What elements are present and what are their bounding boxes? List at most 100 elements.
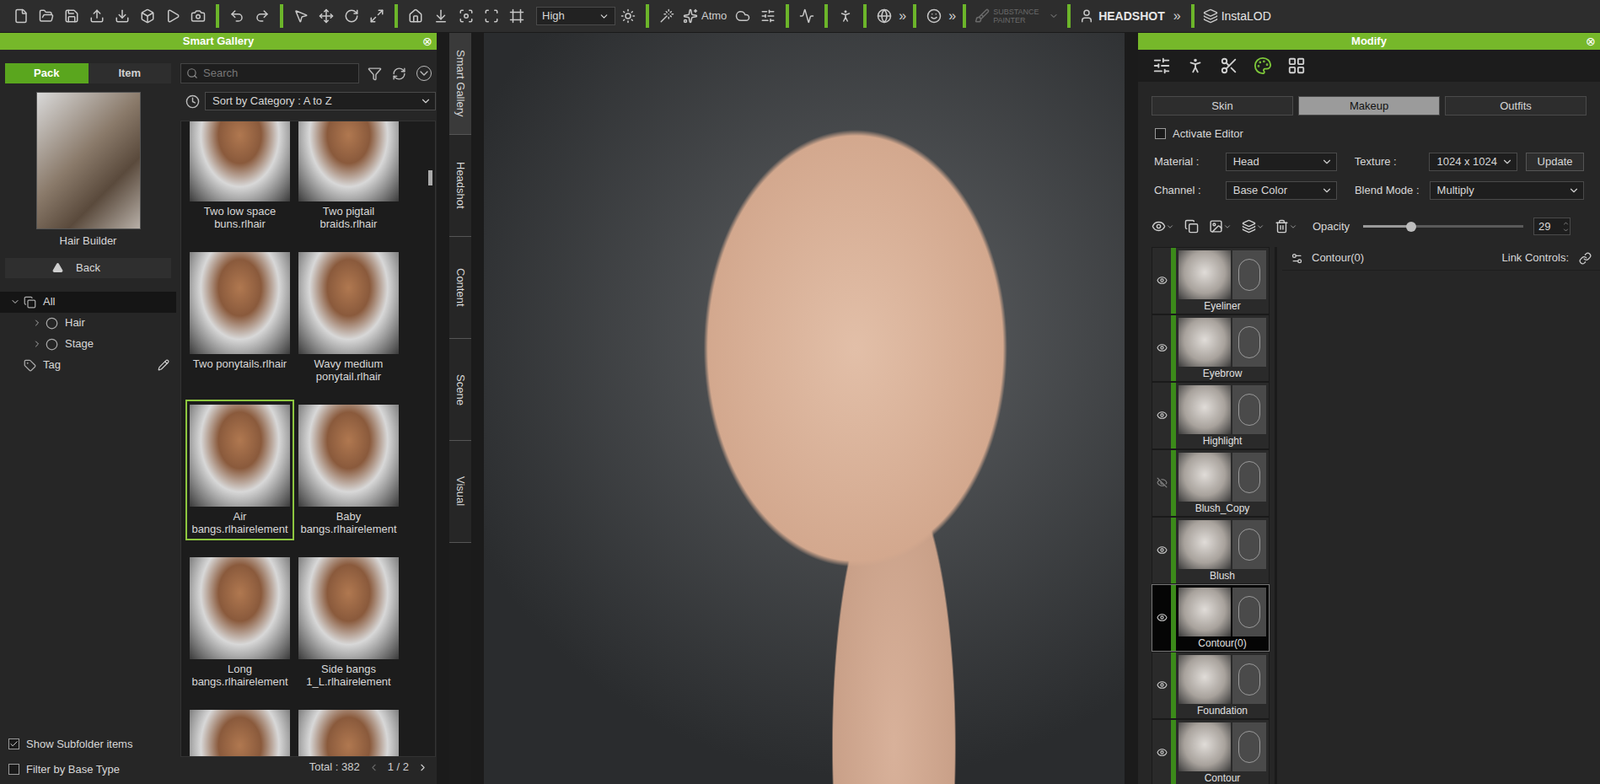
- settings-button[interactable]: [755, 3, 781, 29]
- screenshot-button[interactable]: [185, 3, 211, 29]
- layer-tool-button[interactable]: [1151, 219, 1175, 234]
- new-button[interactable]: [8, 3, 34, 29]
- gallery-item[interactable]: Two pigtail braids.rlhair: [294, 121, 403, 236]
- headshot-button[interactable]: HEADSHOT: [1075, 7, 1169, 26]
- tree-item[interactable]: Hair: [0, 312, 177, 334]
- edit-tag-icon[interactable]: [157, 359, 170, 371]
- blend-mode-dropdown[interactable]: Multiply: [1429, 181, 1584, 200]
- scale-button[interactable]: [364, 3, 390, 29]
- recent-icon[interactable]: [185, 94, 200, 109]
- visible-eye-icon[interactable]: [1156, 409, 1168, 421]
- side-tab[interactable]: Scene: [449, 338, 472, 441]
- modify-sub-tab[interactable]: Skin: [1151, 96, 1294, 116]
- effects-button[interactable]: [654, 3, 680, 29]
- frame-button[interactable]: [504, 3, 530, 29]
- import-button[interactable]: [84, 3, 110, 29]
- rotate-button[interactable]: [338, 3, 365, 29]
- usd-button[interactable]: [134, 3, 161, 29]
- open-button[interactable]: [33, 3, 60, 29]
- home-button[interactable]: [402, 3, 429, 29]
- visible-eye-icon[interactable]: [1156, 746, 1168, 758]
- opacity-slider[interactable]: [1363, 220, 1524, 233]
- side-tab[interactable]: Smart Gallery: [449, 32, 472, 135]
- tool-tab[interactable]: [1183, 53, 1208, 78]
- texture-dropdown[interactable]: 1024 x 1024: [1428, 152, 1518, 172]
- makeup-layer[interactable]: Blush_Copy: [1151, 449, 1270, 517]
- move-button[interactable]: [313, 3, 339, 29]
- gallery-item[interactable]: Two low space buns.rlhair: [185, 121, 295, 236]
- gallery-item[interactable]: Wavy medium ponytail.rlhair: [294, 246, 403, 388]
- collapsed-arrow-icon[interactable]: [32, 338, 43, 349]
- pack-thumbnail-card[interactable]: Hair Builder: [0, 91, 177, 250]
- layer-tool-button[interactable]: [1274, 219, 1298, 234]
- tool-tab[interactable]: [1251, 53, 1275, 78]
- back-button[interactable]: Back: [5, 257, 172, 279]
- link-controls-icon[interactable]: [1578, 252, 1592, 265]
- gallery-scrollbar[interactable]: [428, 121, 435, 757]
- spin-up-icon[interactable]: [1562, 220, 1570, 227]
- modify-sub-tab[interactable]: Makeup: [1298, 96, 1440, 116]
- makeup-layer[interactable]: Blush: [1151, 516, 1270, 585]
- tool-tab[interactable]: [1217, 53, 1241, 78]
- opacity-value-field[interactable]: 29: [1533, 217, 1571, 237]
- material-dropdown[interactable]: Head: [1225, 152, 1337, 172]
- tree-item[interactable]: All: [0, 291, 177, 313]
- expanded-arrow-icon[interactable]: [10, 296, 21, 307]
- world-button[interactable]: [871, 3, 897, 29]
- side-tab[interactable]: Headshot: [449, 134, 472, 237]
- gallery-item[interactable]: Baby bangs.rlhairelement: [294, 399, 403, 541]
- gallery-item[interactable]: Long bangs.rlhairelement: [185, 552, 295, 693]
- gallery-item[interactable]: Two ponytails.rlhair: [185, 246, 295, 388]
- visible-eye-icon[interactable]: [1156, 679, 1168, 691]
- instalod-button[interactable]: InstaLOD: [1199, 7, 1275, 26]
- atmo-button[interactable]: Atmo: [679, 7, 731, 25]
- makeup-layer[interactable]: Eyeliner: [1151, 246, 1270, 315]
- pose-button[interactable]: [832, 3, 859, 29]
- refresh-icon[interactable]: [391, 66, 407, 81]
- layer-tool-button[interactable]: [1208, 219, 1232, 234]
- makeup-layer[interactable]: Eyebrow: [1151, 314, 1270, 382]
- close-button[interactable]: ⊗: [1585, 32, 1596, 50]
- sort-dropdown[interactable]: Sort by Category : A to Z: [204, 91, 436, 111]
- viewport[interactable]: [483, 32, 1125, 784]
- overflow-button[interactable]: »: [946, 5, 958, 27]
- render-button[interactable]: [160, 3, 186, 29]
- undo-button[interactable]: [224, 3, 250, 29]
- spin-down-icon[interactable]: [1562, 226, 1570, 234]
- previous-page-icon[interactable]: [368, 762, 380, 774]
- search-field[interactable]: Search: [180, 63, 360, 84]
- options-icon[interactable]: [416, 65, 432, 81]
- save-button[interactable]: [59, 3, 85, 29]
- gallery-item[interactable]: Side bangs 1_L.rlhairelement: [294, 552, 403, 693]
- side-tab[interactable]: Content: [449, 236, 472, 339]
- gallery-item[interactable]: [185, 704, 295, 757]
- visible-eye-icon[interactable]: [1156, 612, 1168, 623]
- slider-knob[interactable]: [1406, 221, 1417, 232]
- makeup-layer[interactable]: Contour: [1151, 719, 1270, 784]
- drop-button[interactable]: [428, 3, 454, 29]
- gallery-item[interactable]: [294, 704, 403, 757]
- cloud-button[interactable]: [730, 3, 756, 29]
- tree-item[interactable]: Stage: [0, 333, 177, 355]
- channel-dropdown[interactable]: Base Color: [1225, 181, 1337, 200]
- visible-eye-icon[interactable]: [1156, 274, 1168, 286]
- makeup-layer[interactable]: Foundation: [1151, 651, 1270, 720]
- activate-editor-row[interactable]: Activate Editor: [1138, 125, 1600, 143]
- side-tab[interactable]: Visual: [449, 440, 472, 543]
- substance-painter-button[interactable]: SUBSTANCE PAINTER: [971, 7, 1063, 25]
- tool-tab[interactable]: [1149, 53, 1174, 78]
- overflow-button[interactable]: »: [1168, 5, 1187, 27]
- visible-eye-icon[interactable]: [1156, 544, 1168, 556]
- hidden-eye-icon[interactable]: [1156, 477, 1168, 489]
- makeup-layer[interactable]: Highlight: [1151, 381, 1270, 450]
- close-button[interactable]: ⊗: [422, 32, 433, 50]
- gallery-tab[interactable]: Pack: [5, 63, 89, 84]
- layer-tool-button[interactable]: [1241, 219, 1265, 234]
- option-checkbox-row[interactable]: Show Subfolder items: [8, 735, 168, 753]
- gallery-item[interactable]: Air bangs.rlhairelement: [185, 399, 295, 541]
- tool-tab[interactable]: [1284, 53, 1309, 78]
- option-checkbox-row[interactable]: Filter by Base Type: [8, 761, 168, 779]
- face-button[interactable]: [921, 3, 947, 29]
- export-button[interactable]: [109, 3, 135, 29]
- gallery-tab[interactable]: Item: [88, 63, 172, 84]
